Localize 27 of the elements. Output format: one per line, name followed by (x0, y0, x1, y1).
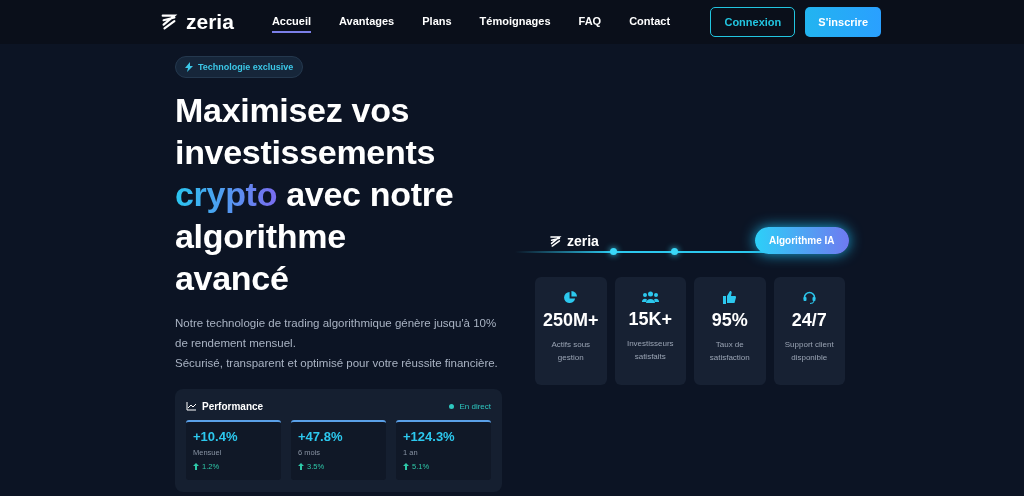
stat-label: Taux de satisfaction (708, 339, 751, 364)
nav-link[interactable]: Plans (422, 11, 452, 33)
brand-name[interactable]: zeria (186, 10, 234, 34)
nav-link[interactable]: FAQ (578, 11, 602, 33)
hero-headline: Maximisez vos investissements crypto avec notre algorithme avancé (175, 90, 455, 299)
panel-title: Performance (202, 401, 264, 412)
hero-description: Sécurisé, transparent et optimisé pour votre réussite financière. (175, 356, 499, 371)
stat-label: Investisseurs satisfaits (625, 338, 675, 363)
performance-value: +124.3% (403, 429, 456, 444)
stat-value: 24/7 (791, 310, 827, 331)
stat-value: 15K+ (628, 309, 672, 330)
stat-value: 95% (711, 310, 748, 331)
stat-label: Support client disponible (783, 339, 835, 364)
ai-tag: Algorithme IA (755, 227, 849, 254)
performance-value: +10.4% (193, 429, 239, 444)
feature-badge: Technologie exclusive (175, 56, 304, 78)
performance-value: +47.8% (298, 429, 344, 444)
nav-link[interactable]: Témoignages (479, 11, 551, 33)
nav-link[interactable]: Avantages (339, 11, 395, 33)
login-button[interactable]: Connexion (710, 7, 796, 37)
stat-value: 250M+ (542, 310, 599, 331)
stat-label: Actifs sous gestion (550, 339, 592, 364)
nav-link[interactable]: Accueil (271, 11, 311, 33)
hero-description: Notre technologie de trading algorithmique génère jusqu'à 10% de rendement mensuel. (175, 316, 498, 351)
nav-link[interactable]: Contact (629, 11, 671, 33)
brand-name: zeria (567, 233, 599, 249)
live-status: En direct (459, 402, 491, 411)
